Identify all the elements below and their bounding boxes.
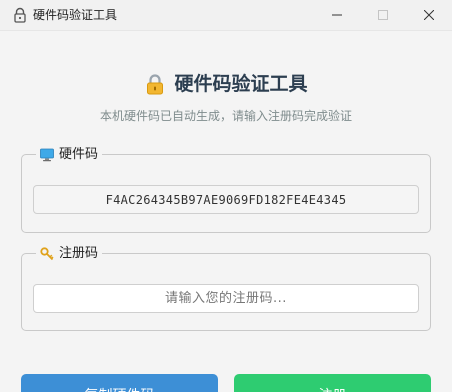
register-code-label: 注册码 [59, 246, 99, 261]
register-code-group: 注册码 [21, 245, 431, 331]
hardware-code-legend: 硬件码 [36, 146, 103, 164]
register-code-legend: 注册码 [36, 245, 103, 263]
register-code-field[interactable] [33, 284, 419, 313]
monitor-icon [40, 148, 54, 162]
close-icon [424, 10, 434, 20]
copy-hardware-code-button[interactable]: 复制硬件码 [21, 374, 218, 392]
lock-icon [147, 74, 164, 95]
lock-icon [14, 7, 26, 23]
minimize-button[interactable] [314, 0, 360, 30]
hardware-code-field[interactable]: F4AC264345B97AE9069FD182FE4E4345 [33, 185, 419, 214]
window-title: 硬件码验证工具 [33, 8, 118, 22]
close-button[interactable] [406, 0, 452, 30]
register-button[interactable]: 注册 [234, 374, 431, 392]
page-subtitle: 本机硬件码已自动生成，请输入注册码完成验证 [99, 109, 352, 123]
title-bar[interactable]: 硬件码验证工具 [0, 0, 452, 31]
register-code-input[interactable] [34, 284, 418, 313]
hardware-code-group: 硬件码 F4AC264345B97AE9069FD182FE4E4345 [21, 146, 431, 233]
maximize-icon [378, 10, 388, 20]
maximize-button[interactable] [360, 0, 406, 30]
key-icon [40, 247, 54, 261]
page-title: 硬件码验证工具 [174, 73, 308, 95]
hardware-code-label: 硬件码 [59, 147, 99, 162]
page-heading: 硬件码验证工具 [0, 72, 452, 96]
app-window: 硬件码验证工具 硬件码验证工具 本机硬件码已自动生成，请输入注册码完成验证 硬件… [0, 0, 452, 392]
minimize-icon [332, 14, 342, 16]
